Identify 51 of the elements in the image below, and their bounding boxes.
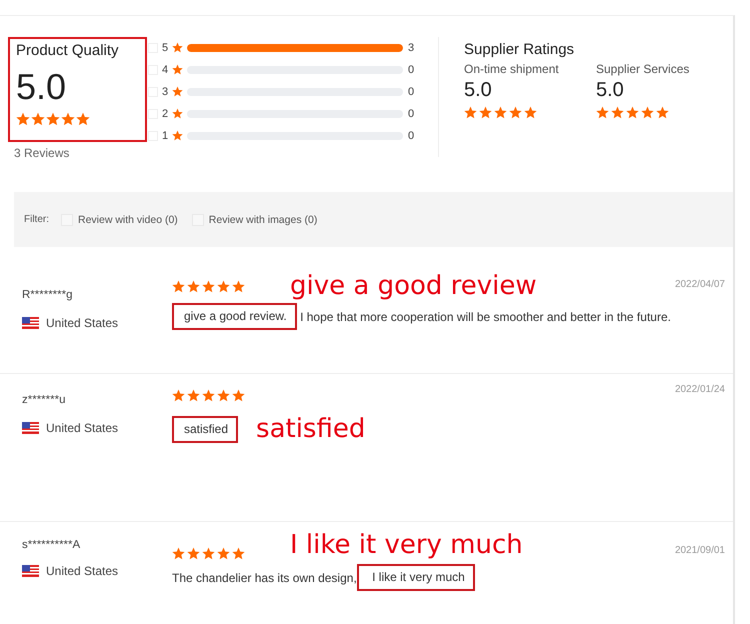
filter-option[interactable]: Review with images (0) xyxy=(208,214,318,226)
annotation-text: I like it very much xyxy=(290,530,523,560)
flag-icon xyxy=(22,317,39,329)
country-name: United States xyxy=(46,421,118,435)
filter-option[interactable]: Review with video (0) xyxy=(78,214,178,226)
supplier-ratings-title: Supplier Ratings xyxy=(464,41,576,58)
product-quality-title: Product Quality xyxy=(16,42,120,59)
review-text: I hope that more cooperation will be smoother and better in the future. xyxy=(299,308,671,324)
review-date: 2022/01/24 xyxy=(674,384,725,397)
rating-label: Supplier Services xyxy=(596,62,690,76)
highlighted-text: I like it very much xyxy=(356,564,475,591)
star-icon xyxy=(172,108,183,119)
flag-icon xyxy=(22,565,39,577)
rating-label: On-time shipment xyxy=(464,62,558,76)
star-level-label: 5 xyxy=(162,42,170,54)
star-level-label: 2 xyxy=(162,108,170,120)
highlighted-text: satisfied xyxy=(172,416,238,442)
rating-count: 0 xyxy=(408,130,414,142)
star-icon xyxy=(172,64,183,75)
review-count: 3 Reviews xyxy=(14,146,70,160)
reviewer-name: R********g xyxy=(22,289,74,301)
star-level-label: 1 xyxy=(162,130,170,142)
rating-count: 0 xyxy=(408,64,414,76)
annotation-text: satisfied xyxy=(256,414,366,444)
star-level-label: 4 xyxy=(162,64,170,76)
checkbox[interactable] xyxy=(148,42,158,52)
reviewer-name: z*******u xyxy=(22,394,66,406)
star-icon xyxy=(172,130,183,141)
checkbox[interactable] xyxy=(148,64,158,74)
checkbox[interactable] xyxy=(148,108,158,118)
rating-score: 5.0 xyxy=(464,79,493,102)
rating-count: 0 xyxy=(408,108,414,120)
highlighted-text: give a good review. xyxy=(172,303,297,330)
filter-label: Filter: xyxy=(24,214,49,225)
checkbox[interactable] xyxy=(148,86,158,96)
checkbox[interactable] xyxy=(148,130,158,140)
rating-score: 5.0 xyxy=(596,79,625,102)
star-level-label: 3 xyxy=(162,86,170,98)
star-icon xyxy=(172,42,183,53)
country-name: United States xyxy=(46,316,118,330)
rating-count: 3 xyxy=(408,42,414,54)
review-text: The chandelier has its own design, xyxy=(172,570,357,586)
review-date: 2022/04/07 xyxy=(674,279,725,292)
country-name: United States xyxy=(46,564,118,578)
reviewer-name: s**********A xyxy=(22,539,82,551)
star-icon xyxy=(172,86,183,97)
product-quality-score: 5.0 xyxy=(16,66,68,108)
rating-count: 0 xyxy=(408,86,414,98)
annotation-text: give a good review xyxy=(290,271,537,301)
review-date: 2021/09/01 xyxy=(674,545,725,558)
flag-icon xyxy=(22,422,39,434)
